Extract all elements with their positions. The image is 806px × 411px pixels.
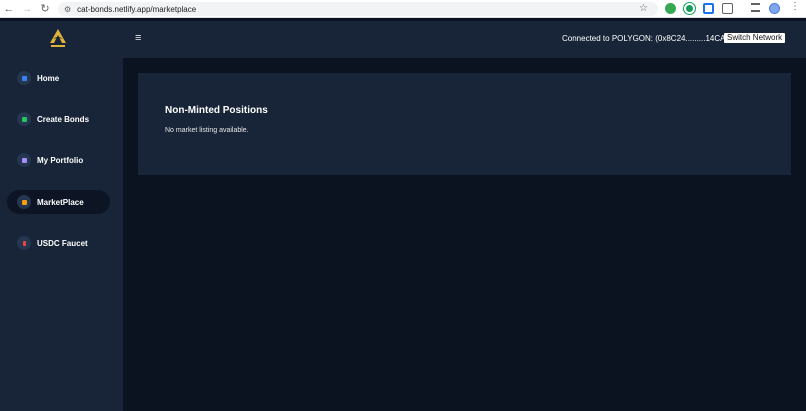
extension-icon[interactable] xyxy=(665,3,676,14)
empty-state-message: No market listing available. xyxy=(165,127,249,134)
back-icon[interactable]: ← xyxy=(0,0,18,18)
app: ≡ Connected to POLYGON: (0x8C24.........… xyxy=(0,21,806,411)
create-bonds-icon xyxy=(17,112,31,126)
extension-icon[interactable] xyxy=(684,3,695,14)
sidebar-item-create-bonds[interactable]: Create Bonds xyxy=(7,107,110,131)
sidebar-item-label: Home xyxy=(37,73,60,83)
non-minted-positions-card: Non-Minted Positions No market listing a… xyxy=(138,73,791,175)
sidebar-item-home[interactable]: Home xyxy=(7,66,110,90)
sidebar-item-label: My Portfolio xyxy=(37,155,84,165)
address-bar[interactable]: ⚙ cat-bonds.netlify.app/marketplace ☆ xyxy=(58,2,658,16)
forward-icon[interactable]: → xyxy=(18,0,36,18)
home-icon xyxy=(17,71,31,85)
media-icon[interactable] xyxy=(751,3,760,12)
sidebar-item-label: MarketPlace xyxy=(37,197,84,207)
catbonds-logo[interactable] xyxy=(47,27,69,49)
reload-icon[interactable]: ↻ xyxy=(36,0,54,18)
sidebar: Home Create Bonds My Portfolio MarketPla… xyxy=(0,58,123,411)
top-navbar: ≡ Connected to POLYGON: (0x8C24.........… xyxy=(0,21,806,58)
browser-toolbar: ← → ↻ ⚙ cat-bonds.netlify.app/marketplac… xyxy=(0,0,806,18)
sidebar-item-marketplace[interactable]: MarketPlace xyxy=(7,190,110,214)
connection-status: Connected to POLYGON: (0x8C24.........14… xyxy=(562,34,729,43)
sidebar-item-label: USDC Faucet xyxy=(37,238,88,248)
bookmark-star-icon[interactable]: ☆ xyxy=(639,3,648,14)
sidebar-item-usdc-faucet[interactable]: USDC Faucet xyxy=(7,231,110,255)
portfolio-icon xyxy=(17,153,31,167)
dollar-icon xyxy=(17,236,31,250)
more-menu-icon[interactable]: ⋮ xyxy=(790,1,800,12)
profile-avatar[interactable] xyxy=(769,3,780,14)
extension-icon[interactable] xyxy=(703,3,714,14)
sidebar-item-my-portfolio[interactable]: My Portfolio xyxy=(7,148,110,172)
main-content: Non-Minted Positions No market listing a… xyxy=(123,58,806,411)
extensions-puzzle-icon[interactable] xyxy=(722,3,733,14)
switch-network-button[interactable]: Switch Network xyxy=(724,33,786,43)
marketplace-icon xyxy=(17,195,31,209)
hamburger-menu-icon[interactable]: ≡ xyxy=(135,32,141,44)
sidebar-item-label: Create Bonds xyxy=(37,114,90,124)
section-title: Non-Minted Positions xyxy=(165,105,268,116)
site-info-icon[interactable]: ⚙ xyxy=(64,5,71,14)
address-url: cat-bonds.netlify.app/marketplace xyxy=(77,4,197,14)
